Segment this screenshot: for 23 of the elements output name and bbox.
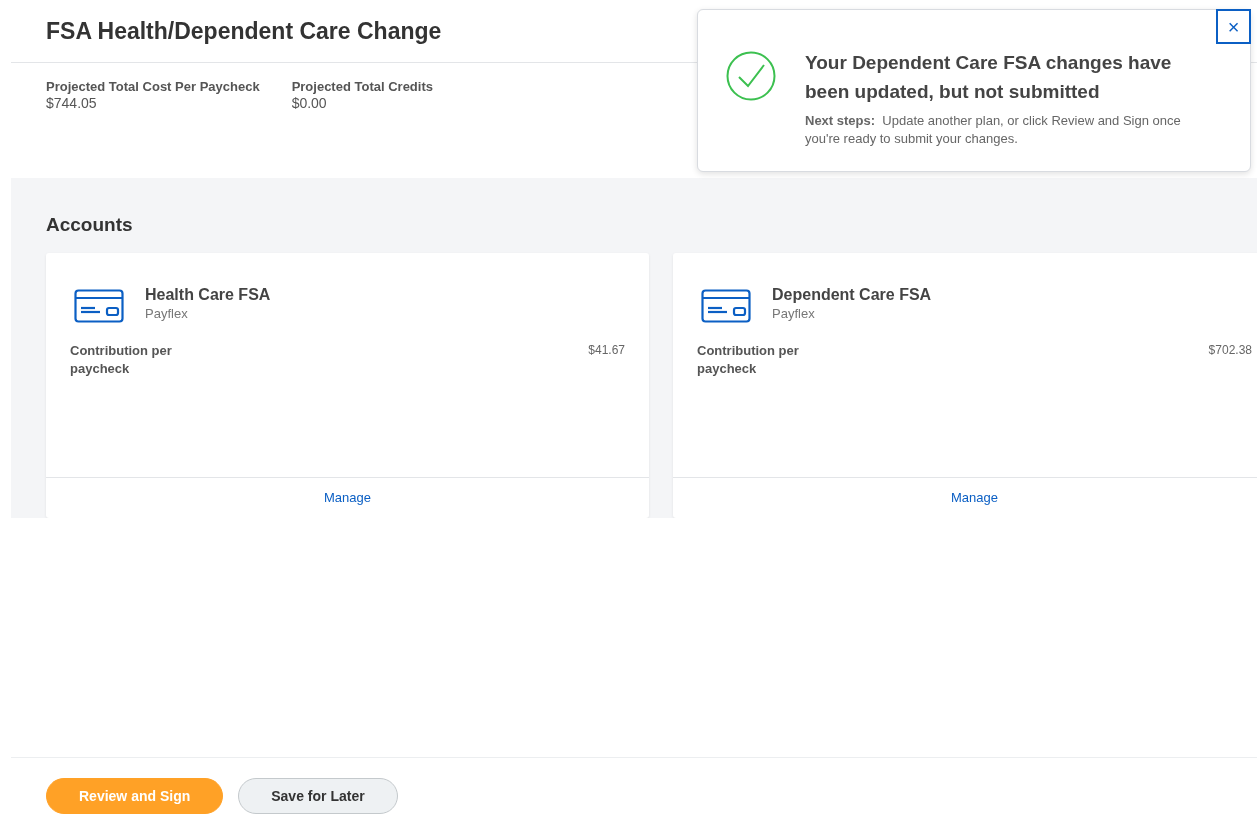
summary-label: Projected Total Cost Per Paycheck: [46, 79, 260, 95]
toast-message: Next steps: Update another plan, or click Review and Sign once you're ready to submit your changes.: [805, 112, 1182, 148]
account-name: Health Care FSA: [145, 285, 271, 305]
manage-link[interactable]: Manage: [324, 488, 371, 508]
section-heading: Accounts: [46, 213, 134, 237]
manage-link[interactable]: Manage: [951, 488, 998, 508]
account-name: Dependent Care FSA: [772, 285, 932, 305]
credit-card-icon: [74, 289, 124, 323]
summary-value: $0.00: [291, 95, 328, 111]
summary-value: $744.05: [46, 95, 98, 111]
field-value: $41.67: [588, 342, 625, 359]
toast-title: Your Dependent Care FSA changes have been updated, but not submitted: [805, 51, 1173, 104]
field-value: $702.38: [1208, 342, 1252, 359]
account-provider: Payflex: [772, 305, 816, 323]
footer-button[interactable]: Save for Later: [238, 778, 398, 814]
check-circle-icon: [726, 51, 776, 101]
credit-card-icon: [701, 289, 751, 323]
page-title: FSA Health/Dependent Care Change: [46, 16, 442, 46]
summary-label: Projected Total Credits: [291, 79, 433, 95]
account-provider: Payflex: [145, 305, 189, 323]
close-button[interactable]: ×: [1216, 9, 1251, 44]
field-label: Contribution per paycheck: [697, 342, 800, 378]
field-label: Contribution per paycheck: [70, 342, 173, 378]
